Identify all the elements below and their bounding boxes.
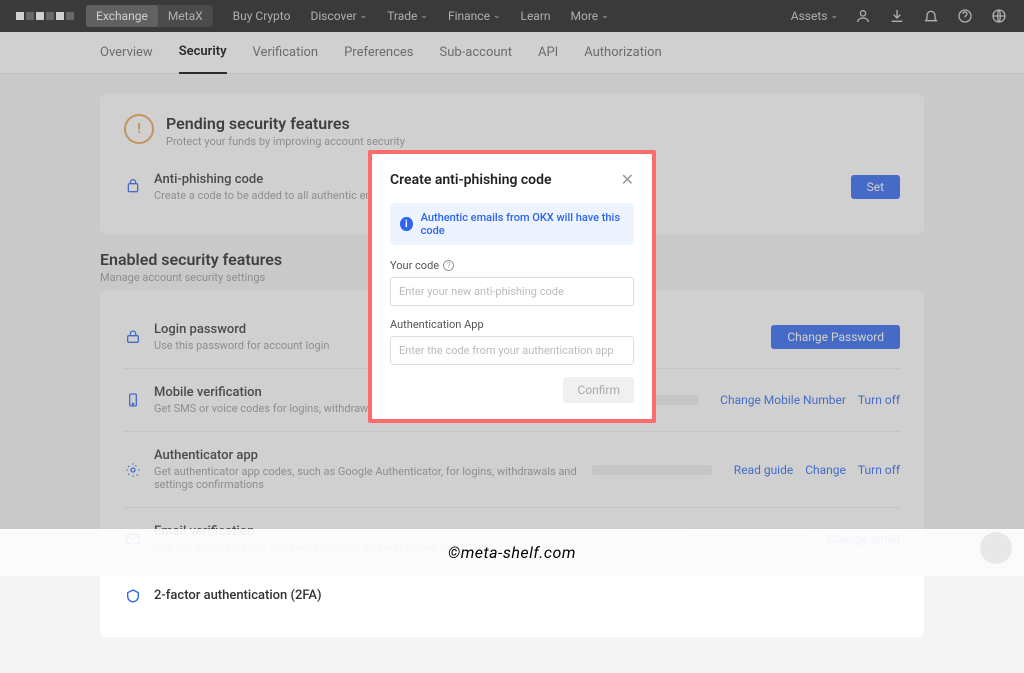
info-icon: i: [400, 217, 413, 231]
help-tooltip-icon[interactable]: ?: [443, 260, 454, 271]
auth-app-code-input[interactable]: [390, 336, 634, 365]
anti-phishing-modal: Create anti-phishing code ✕ i Authentic …: [372, 154, 652, 419]
watermark-text: ©meta-shelf.com: [0, 529, 1024, 576]
feature-icon: [124, 587, 142, 605]
close-icon[interactable]: ✕: [621, 170, 634, 189]
your-code-label: Your code ?: [390, 259, 634, 272]
feature-row: 2-factor authentication (2FA): [124, 575, 900, 617]
modal-overlay: Create anti-phishing code ✕ i Authentic …: [0, 0, 1024, 576]
info-banner: i Authentic emails from OKX will have th…: [390, 203, 634, 245]
anti-phishing-code-input[interactable]: [390, 277, 634, 306]
feature-title: 2-factor authentication (2FA): [154, 588, 888, 603]
chat-bubble-icon[interactable]: [980, 532, 1012, 564]
modal-title: Create anti-phishing code: [390, 172, 552, 188]
auth-app-label: Authentication App: [390, 318, 634, 331]
confirm-button[interactable]: Confirm: [563, 377, 634, 403]
